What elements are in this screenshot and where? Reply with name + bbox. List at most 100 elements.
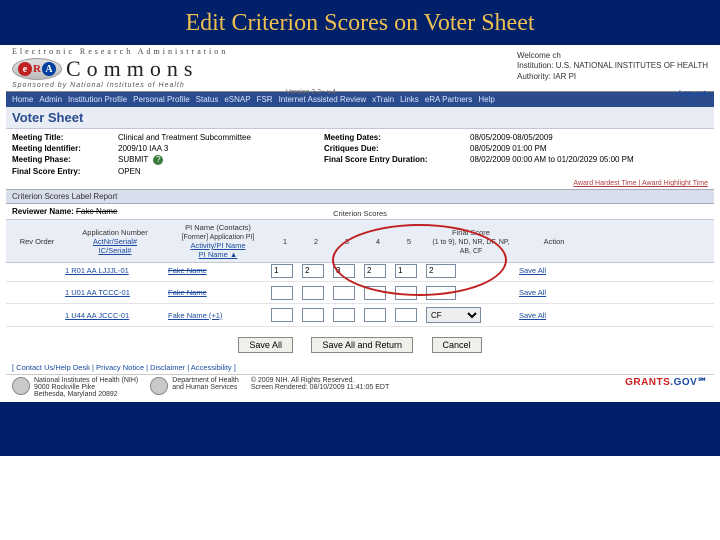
criterion-score-input-4[interactable] — [364, 264, 386, 278]
commons-wordmark: Commons — [66, 56, 198, 82]
criterion-score-input-1[interactable] — [271, 264, 293, 278]
nav-item-home[interactable]: Home — [12, 95, 33, 104]
col-rev-order: Rev Order — [12, 237, 62, 246]
button-row: Save All Save All and Return Cancel — [6, 327, 714, 359]
nav-item-fsr[interactable]: FSR — [257, 95, 273, 104]
sort-actnr[interactable]: ActNr/Serial# — [65, 237, 165, 246]
nav-item-personal-profile[interactable]: Personal Profile — [133, 95, 189, 104]
col-s1: 1 — [271, 237, 299, 246]
criterion-score-input-1[interactable] — [271, 286, 293, 300]
sort-activity-pi[interactable]: Activity/PI Name — [168, 241, 268, 250]
col-final: Final Score (1 to 9), ND, NR, DF, NP, AB… — [426, 228, 516, 255]
slide-title-bar: Edit Criterion Scores on Voter Sheet — [0, 0, 720, 45]
hhs-seal-icon — [150, 377, 168, 395]
slide-footer — [0, 402, 720, 456]
criterion-score-input-5[interactable] — [395, 264, 417, 278]
col-app-num: Application Number ActNr/Serial# IC/Seri… — [65, 228, 165, 255]
logout-link[interactable]: Log-out — [679, 89, 706, 98]
nav-item-admin[interactable]: Admin — [39, 95, 62, 104]
col-s3: 3 — [333, 237, 361, 246]
tagline: Electronic Research Administration — [12, 47, 228, 56]
col-s5: 5 — [395, 237, 423, 246]
grid-body: 1 R01 AA LJJJL-01Fake NameSave All1 U01 … — [6, 260, 714, 327]
table-row: 1 R01 AA LJJJL-01 Fake Name Save All — [6, 260, 714, 282]
nav-item-institution-profile[interactable]: Institution Profile — [68, 95, 127, 104]
era-logo: Electronic Research Administration eRA C… — [12, 47, 228, 89]
save-all-link[interactable]: Save All — [519, 311, 546, 320]
meeting-title-label: Meeting Title: — [12, 133, 112, 142]
institution-text: Institution: U.S. NATIONAL INSTITUTES OF… — [517, 61, 708, 71]
meeting-id-value: 2009/10 IAA 3 — [118, 144, 318, 153]
sort-icserial[interactable]: IC/Serial# — [65, 246, 165, 255]
critiques-due-value: 08/05/2009 01:00 PM — [470, 144, 670, 153]
meeting-dates-label: Meeting Dates: — [324, 133, 464, 142]
criterion-score-input-5[interactable] — [395, 286, 417, 300]
criterion-score-input-4[interactable] — [364, 308, 386, 322]
nav-item-era-partners[interactable]: eRA Partners — [425, 95, 473, 104]
sponsor-line: Sponsored by National Institutes of Heal… — [12, 82, 228, 89]
pi-link[interactable]: Fake Name — [168, 266, 207, 275]
criterion-score-input-3[interactable] — [333, 308, 355, 322]
final-entry-value: OPEN — [118, 167, 318, 176]
final-entry-label: Final Score Entry: — [12, 167, 112, 176]
tab-bar: Criterion Scores Label Report — [6, 189, 714, 204]
nav-item-status[interactable]: Status — [196, 95, 219, 104]
critiques-due-label: Critiques Due: — [324, 144, 464, 153]
save-all-link[interactable]: Save All — [519, 266, 546, 275]
final-score-input[interactable] — [426, 286, 456, 300]
footer-links[interactable]: [ Contact Us/Help Desk | Privacy Notice … — [6, 359, 714, 374]
criterion-score-input-4[interactable] — [364, 286, 386, 300]
col-s4: 4 — [364, 237, 392, 246]
app-link[interactable]: 1 U44 AA JCCC-01 — [65, 311, 129, 320]
main-nav: Home Admin Institution Profile Personal Pro… — [6, 92, 714, 107]
nav-item-esnap[interactable]: eSNAP — [224, 95, 250, 104]
col-pi: PI Name (Contacts) [Former] Application … — [168, 223, 268, 259]
nav-item-internet-assisted-review[interactable]: Internet Assisted Review — [279, 95, 367, 104]
footer-copyright: © 2009 NIH. All Rights Reserved. Screen … — [251, 377, 389, 391]
nav-item-help[interactable]: Help — [478, 95, 494, 104]
criterion-score-input-2[interactable] — [302, 286, 324, 300]
cancel-button[interactable]: Cancel — [432, 337, 482, 353]
grid-header: Rev Order Application Number ActNr/Seria… — [6, 219, 714, 263]
meeting-dates-value: 08/05/2009-08/05/2009 — [470, 133, 670, 142]
col-action: Action — [519, 237, 589, 246]
criterion-score-input-5[interactable] — [395, 308, 417, 322]
save-return-button[interactable]: Save All and Return — [311, 337, 413, 353]
welcome-text: Welcome ch — [517, 51, 708, 61]
criterion-score-input-3[interactable] — [333, 286, 355, 300]
final-score-input[interactable] — [426, 264, 456, 278]
meeting-title-value: Clinical and Treatment Subcommittee — [118, 133, 318, 142]
final-dur-label: Final Score Entry Duration: — [324, 155, 464, 165]
final-score-select[interactable]: CF — [426, 307, 481, 323]
criterion-score-input-2[interactable] — [302, 308, 324, 322]
save-all-link[interactable]: Save All — [519, 288, 546, 297]
table-row: 1 U44 AA JCCC-01 Fake Name (+1) CF Save All — [6, 304, 714, 327]
nav-item-xtrain[interactable]: xTrain — [372, 95, 394, 104]
meeting-meta: Meeting Title: Clinical and Treatment Su… — [6, 129, 714, 180]
criterion-score-input-2[interactable] — [302, 264, 324, 278]
footer-bottom: National Institutes of Health (NIH) 9000… — [6, 374, 714, 402]
slide-title: Edit Criterion Scores on Voter Sheet — [0, 10, 720, 37]
grants-gov-logo: GRANTS.GOV℠ — [625, 377, 708, 388]
tab-criterion-report[interactable]: Criterion Scores Label Report — [12, 192, 117, 201]
save-all-button[interactable]: Save All — [238, 337, 293, 353]
criterion-score-input-1[interactable] — [271, 308, 293, 322]
criterion-score-input-3[interactable] — [333, 264, 355, 278]
app-link[interactable]: 1 R01 AA LJJJL-01 — [65, 266, 129, 275]
app-link[interactable]: 1 U01 AA TCCC-01 — [65, 288, 130, 297]
meeting-id-label: Meeting Identifier: — [12, 144, 112, 153]
reviewer-name: Fake Name — [76, 207, 117, 216]
table-row: 1 U01 AA TCCC-01 Fake Name Save All — [6, 282, 714, 304]
page-title: Voter Sheet — [6, 107, 714, 129]
footer-nih: National Institutes of Health (NIH) 9000… — [12, 377, 138, 398]
pi-link[interactable]: Fake Name (+1) — [168, 311, 222, 320]
nav-item-links[interactable]: Links — [400, 95, 419, 104]
era-banner: Electronic Research Administration eRA C… — [6, 45, 714, 92]
pi-link[interactable]: Fake Name — [168, 288, 207, 297]
app-window: Electronic Research Administration eRA C… — [6, 45, 714, 402]
col-s2: 2 — [302, 237, 330, 246]
help-icon[interactable]: ? — [153, 155, 163, 165]
expert-links[interactable]: Award Hardest Time | Award Highlight Tim… — [6, 180, 714, 189]
authority-text: Authority: IAR PI — [517, 72, 708, 82]
sort-pi-name[interactable]: PI Name ▲ — [168, 250, 268, 259]
